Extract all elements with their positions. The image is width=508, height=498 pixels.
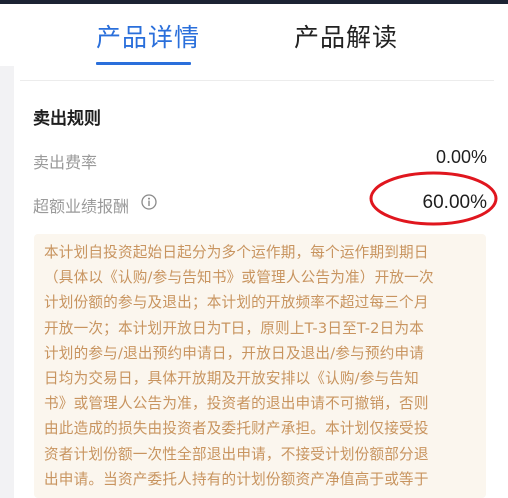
section-title: 卖出规则 bbox=[33, 109, 101, 129]
sell-fee-label: 卖出费率 bbox=[33, 153, 98, 172]
tab-product-details[interactable]: 产品详情 bbox=[96, 18, 200, 54]
notice-line: 计划的参与/退出预约申请日，开放日及退出/参与预约申请 bbox=[44, 344, 425, 362]
notice-line: 计划份额的参与及退出；本计划的开放频率不超过每三个月 bbox=[44, 294, 429, 312]
sell-fee-value: 0.00% bbox=[435, 147, 487, 167]
notice-line: 书》或管理人公告为准，投资者的退出申请不可撤销，否则 bbox=[44, 395, 429, 413]
redemption-notice-box: 本计划自投资起始日起分为多个运作期，每个运作期到期日 （具体以《认购/参与告知书》… bbox=[34, 234, 486, 498]
excess-performance-fee-label: 超额业绩报酬 bbox=[33, 197, 130, 216]
notice-line: 由此造成的损失由投资者及委托财产承担。本计划仅接受投 bbox=[44, 420, 429, 438]
red-annotation-circle bbox=[369, 171, 498, 226]
active-tab-indicator bbox=[96, 62, 191, 65]
tab-bar: 产品详情 产品解读 bbox=[0, 4, 508, 66]
notice-line: 资者计划份额一次性全部退出申请，不接受计划份额部分退 bbox=[44, 445, 429, 463]
notice-line: 日均为交易日，具体开放期及开放安排以《认购/参与告知 bbox=[44, 370, 419, 388]
notice-line: 本计划自投资起始日起分为多个运作期，每个运作期到期日 bbox=[44, 244, 429, 261]
tab-product-interpretation[interactable]: 产品解读 bbox=[294, 18, 398, 54]
redemption-notice-text: 本计划自投资起始日起分为多个运作期，每个运作期到期日 （具体以《认购/参与告知书》… bbox=[34, 234, 486, 492]
notice-line: 开放一次；本计划开放日为T日，原则上T-3日至T-2日为本 bbox=[44, 319, 425, 337]
card-divider bbox=[20, 80, 494, 81]
notice-line: 出申请。当资产委托人持有的计划份额资产净值高于或等于 bbox=[44, 470, 429, 488]
notice-line: （具体以《认购/参与告知书》或管理人公告为准）开放一次 bbox=[44, 269, 434, 287]
info-icon[interactable] bbox=[141, 194, 157, 210]
